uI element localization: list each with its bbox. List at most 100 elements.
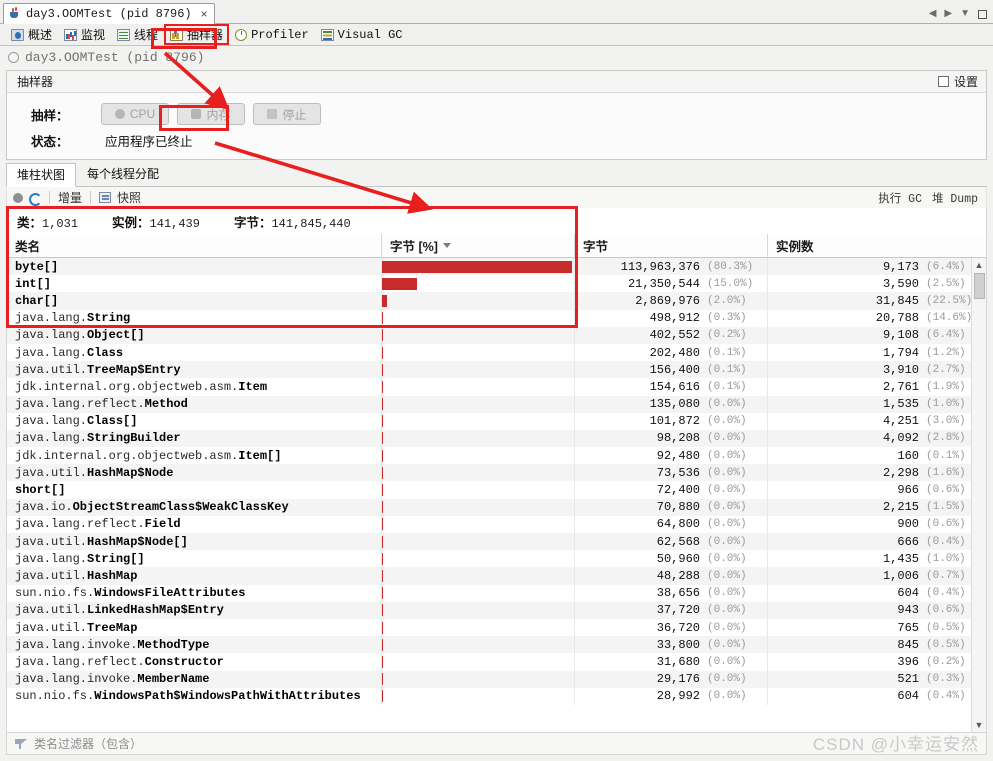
- bytes-value: 101,872: [649, 414, 700, 429]
- record-icon[interactable]: [13, 192, 23, 203]
- instances-value: 943: [897, 603, 919, 618]
- tab-monitor[interactable]: 监视: [59, 25, 110, 44]
- bytes-percent-bar: [382, 621, 384, 634]
- instances-value: 4,251: [882, 414, 919, 429]
- stop-sample-button[interactable]: 停止: [253, 103, 321, 125]
- cell-instances: 9,173 (6.4%): [768, 258, 986, 275]
- cell-bytes-bar: [382, 464, 575, 482]
- class-simple-name: MethodType: [137, 637, 210, 652]
- class-simple-name: ObjectStreamClass$WeakClassKey: [72, 500, 289, 515]
- tab-profiler[interactable]: Profiler: [230, 27, 314, 43]
- document-tab-oomtest[interactable]: day3.OOMTest (pid 8796) ×: [3, 3, 215, 24]
- scroll-up-icon[interactable]: ▲: [975, 258, 984, 272]
- cell-bytes: 98,208 (0.0%): [575, 429, 768, 448]
- bytes-percent-bar: [382, 518, 384, 531]
- table-row[interactable]: char[] 2,869,976 (2.0%) 31,845 (22.5%): [7, 292, 986, 310]
- column-header-class-name[interactable]: 类名: [7, 234, 382, 257]
- table-row[interactable]: int[] 21,350,544 (15.0%) 3,590 (2.5%): [7, 275, 986, 293]
- cpu-sample-button[interactable]: CPU: [101, 103, 169, 125]
- bytes-percent: (0.0%): [707, 587, 747, 600]
- cell-instances: 521 (0.3%): [768, 671, 986, 688]
- table-row[interactable]: jdk.internal.org.objectweb.asm.Item 154,6…: [7, 378, 986, 396]
- cell-instances: 604 (0.4%): [768, 688, 986, 705]
- class-simple-name: Method: [144, 397, 188, 412]
- cell-class-name: java.lang.String: [7, 309, 382, 327]
- cell-bytes-bar: [382, 447, 575, 465]
- bytes-percent-bar: [382, 484, 384, 497]
- stop-icon: [267, 109, 278, 119]
- table-row[interactable]: java.lang.String 498,912 (0.3%) 20,788 (14.6…: [7, 309, 986, 327]
- class-package: java.util.: [15, 465, 88, 480]
- histogram-table: 类名 字节 [%] 字节 实例数 byte[] 113,963,376 (80.3%…: [6, 234, 987, 733]
- table-row[interactable]: java.lang.String[] 50,960 (0.0%) 1,435 (1.0%…: [7, 550, 986, 568]
- table-row[interactable]: sun.nio.fs.WindowsPath$WindowsPathWithAt…: [7, 687, 986, 705]
- snapshot-button[interactable]: 快照: [117, 189, 141, 206]
- tab-visual-gc[interactable]: Visual GC: [316, 27, 408, 43]
- cell-bytes: 33,800 (0.0%): [575, 636, 768, 654]
- table-row[interactable]: byte[] 113,963,376 (80.3%) 9,173 (6.4%): [7, 258, 986, 276]
- table-row[interactable]: java.lang.StringBuilder 98,208 (0.0%) 4,092…: [7, 429, 986, 448]
- bytes-percent: (0.0%): [707, 518, 747, 531]
- tab-threads[interactable]: 线程: [112, 25, 163, 44]
- perform-gc-button[interactable]: 执行 GC: [878, 190, 922, 206]
- cell-instances: 900 (0.6%): [768, 516, 986, 533]
- result-tabs: 堆柱状图 每个线程分配: [6, 163, 987, 187]
- refresh-icon[interactable]: [29, 192, 42, 206]
- table-row[interactable]: java.lang.Class 202,480 (0.1%) 1,794 (1.2%): [7, 343, 986, 362]
- snapshot-icon[interactable]: [99, 192, 112, 203]
- table-row[interactable]: java.lang.reflect.Constructor 31,680 (0.0%…: [7, 653, 986, 671]
- memory-icon: [191, 109, 202, 119]
- column-header-bytes-percent[interactable]: 字节 [%]: [382, 234, 575, 257]
- column-header-bytes[interactable]: 字节: [575, 234, 768, 257]
- bytes-value: 33,800: [656, 637, 700, 652]
- tab-per-thread-allocations[interactable]: 每个线程分配: [76, 162, 170, 186]
- cell-bytes: 48,288 (0.0%): [575, 567, 768, 585]
- table-row[interactable]: java.util.LinkedHashMap$Entry 37,720 (0.0%…: [7, 601, 986, 619]
- close-icon[interactable]: ×: [201, 7, 208, 21]
- bytes-percent-bar: [382, 415, 384, 428]
- checkbox-icon[interactable]: [937, 76, 949, 87]
- class-simple-name: LinkedHashMap$Entry: [87, 603, 224, 618]
- table-row[interactable]: java.util.TreeMap$Entry 156,400 (0.1%) 3,91…: [7, 361, 986, 379]
- maximize-icon[interactable]: [978, 9, 987, 19]
- tab-heap-histogram[interactable]: 堆柱状图: [6, 163, 77, 187]
- table-row[interactable]: short[] 72,400 (0.0%) 966 (0.6%): [7, 481, 986, 499]
- cpu-icon: [114, 109, 125, 119]
- table-row[interactable]: java.lang.invoke.MemberName 29,176 (0.0%) 5…: [7, 670, 986, 688]
- bytes-percent: (0.0%): [707, 621, 747, 634]
- memory-sample-button[interactable]: 内存: [177, 103, 245, 125]
- chevron-down-icon[interactable]: ▼: [960, 9, 970, 19]
- tab-sampler[interactable]: 抽样器: [164, 24, 230, 45]
- table-row[interactable]: jdk.internal.org.objectweb.asm.Item[] 92,…: [7, 447, 986, 465]
- table-row[interactable]: java.util.TreeMap 36,720 (0.0%) 765 (0.5%): [7, 618, 986, 637]
- bytes-value: 37,720: [656, 603, 700, 618]
- table-row[interactable]: java.util.HashMap$Node[] 62,568 (0.0%) 666(…: [7, 533, 986, 551]
- table-row[interactable]: java.lang.Class[] 101,872 (0.0%) 4,251 (3.0%…: [7, 412, 986, 430]
- toolbar-separator: [49, 191, 50, 204]
- table-vertical-scrollbar[interactable]: ▲ ▼: [971, 258, 986, 732]
- table-row[interactable]: java.lang.reflect.Method 135,080 (0.0%) 1,5…: [7, 395, 986, 413]
- table-row[interactable]: java.util.HashMap$Node 73,536 (0.0%) 2,298(…: [7, 464, 986, 482]
- instances-value: 900: [897, 517, 919, 532]
- table-row[interactable]: java.lang.reflect.Field 64,800 (0.0%) 900 (0…: [7, 515, 986, 533]
- table-row[interactable]: java.lang.Object[] 402,552 (0.2%) 9,108 (6.4…: [7, 326, 986, 344]
- cell-class-name: java.lang.StringBuilder: [7, 429, 382, 448]
- cell-bytes-bar: [382, 687, 575, 705]
- column-header-instances[interactable]: 实例数: [768, 234, 986, 257]
- prev-tab-icon[interactable]: ◀: [929, 9, 937, 19]
- next-tab-icon[interactable]: ▶: [944, 9, 952, 19]
- class-simple-name: String[]: [87, 551, 145, 566]
- table-row[interactable]: java.io.ObjectStreamClass$WeakClassKey 70…: [7, 498, 986, 516]
- heap-dump-button[interactable]: 堆 Dump: [932, 190, 978, 206]
- table-row[interactable]: sun.nio.fs.WindowsFileAttributes 38,656 (0…: [7, 584, 986, 602]
- table-row[interactable]: java.lang.invoke.MethodType 33,800 (0.0%) 8…: [7, 636, 986, 654]
- scrollbar-thumb[interactable]: [973, 273, 985, 299]
- tab-overview[interactable]: 概述: [6, 25, 57, 44]
- bytes-percent: (15.0%): [707, 277, 754, 290]
- table-header: 类名 字节 [%] 字节 实例数: [7, 234, 986, 258]
- settings-checkbox[interactable]: 设置: [937, 73, 978, 90]
- table-row[interactable]: java.util.HashMap 48,288 (0.0%) 1,006 (0.7%): [7, 567, 986, 585]
- delta-button[interactable]: 增量: [58, 189, 82, 206]
- bytes-percent-bar: [382, 329, 384, 342]
- class-package: java.lang.: [15, 551, 88, 566]
